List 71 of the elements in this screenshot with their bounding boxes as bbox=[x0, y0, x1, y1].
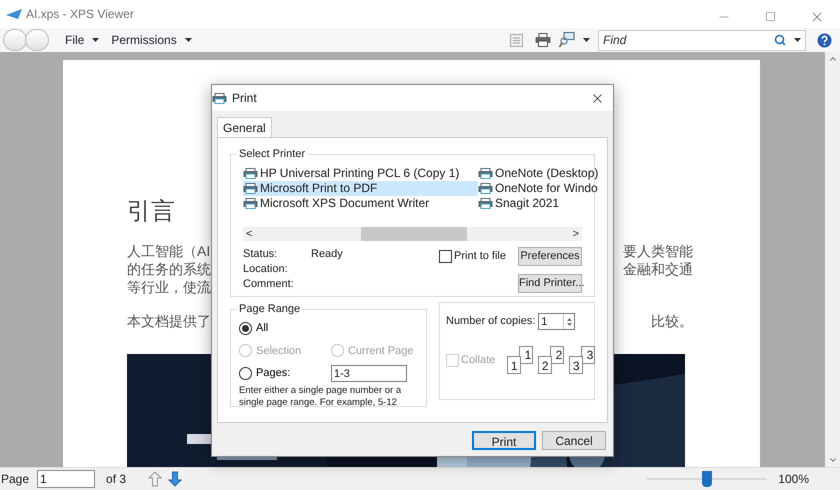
radio-label: Pages: bbox=[256, 366, 290, 382]
dropdown-arrow-icon bbox=[92, 38, 100, 42]
maximize-icon[interactable] bbox=[765, 11, 776, 22]
slider-thumb[interactable] bbox=[702, 471, 712, 487]
printer-icon bbox=[243, 198, 258, 209]
printer-item[interactable]: HP Universal Printing PCL 6 (Copy 1) bbox=[243, 166, 478, 181]
help-icon[interactable] bbox=[817, 32, 832, 48]
scroll-left-arrow[interactable]: < bbox=[246, 226, 252, 242]
find-input[interactable]: Find bbox=[603, 31, 774, 49]
copies-label: Number of copies: bbox=[446, 314, 536, 330]
pages-field[interactable]: 1-3 bbox=[331, 365, 407, 382]
collate-drawing: 1 1 2 2 3 3 bbox=[507, 346, 596, 374]
radio-button[interactable] bbox=[239, 367, 252, 380]
info-label: Status: bbox=[243, 247, 278, 261]
paragraph-text: 人工智能（AI bbox=[127, 242, 210, 260]
printer-item[interactable]: Microsoft XPS Document Writer bbox=[243, 196, 478, 211]
search-icon[interactable] bbox=[774, 34, 786, 46]
zoom-percent: 100% bbox=[778, 471, 809, 488]
page-field[interactable]: 1 bbox=[37, 470, 96, 488]
radio-button[interactable] bbox=[239, 322, 252, 335]
paragraph-text: 的任务的系统 bbox=[127, 260, 211, 278]
info-label: Location: bbox=[243, 262, 289, 276]
next-page-icon[interactable] bbox=[168, 471, 182, 487]
paragraph-text: 本文档提供了 bbox=[127, 312, 211, 330]
vertical-scrollbar[interactable] bbox=[825, 52, 840, 467]
find-printer-button[interactable]: Find Printer... bbox=[518, 274, 582, 293]
printer-icon bbox=[478, 183, 493, 194]
find-field[interactable]: Find bbox=[598, 30, 806, 50]
dialog-button[interactable]: Cancel bbox=[542, 431, 606, 450]
printer-icon bbox=[478, 168, 493, 179]
preferences-button[interactable]: Preferences bbox=[518, 247, 582, 266]
window-title: AI.xps - XPS Viewer bbox=[26, 6, 134, 23]
radio-label: Current Page bbox=[348, 344, 414, 358]
page-label: Page bbox=[1, 471, 30, 488]
group-title: Page Range bbox=[237, 302, 302, 316]
menu-button[interactable]: File bbox=[65, 31, 100, 49]
paragraph-text: 要人类智能 bbox=[623, 242, 693, 260]
page-total: of 3 bbox=[106, 471, 126, 488]
printer-icon bbox=[243, 183, 258, 194]
zoom-slider[interactable] bbox=[647, 471, 768, 487]
horizontal-scrollbar[interactable]: < > bbox=[243, 227, 582, 241]
printer-item[interactable]: OneNote (Desktop) bbox=[478, 166, 598, 181]
printer-icon[interactable] bbox=[535, 33, 551, 47]
paragraph-text: 金融和交通 bbox=[623, 260, 693, 278]
dialog-title: Print bbox=[232, 90, 257, 107]
document-heading: 引言 bbox=[127, 198, 175, 226]
printer-icon bbox=[243, 168, 258, 179]
printer-item[interactable]: Microsoft Print to PDF bbox=[243, 181, 478, 196]
copies-spinner[interactable]: 1 bbox=[538, 313, 576, 330]
radio-label: All bbox=[256, 321, 268, 336]
paragraph-text: 等行业，使流 bbox=[127, 278, 211, 296]
app-icon bbox=[6, 9, 22, 19]
checkbox[interactable] bbox=[439, 250, 452, 263]
info-label: Comment: bbox=[243, 277, 295, 291]
menu-button[interactable]: Permissions bbox=[111, 31, 192, 49]
dropdown-arrow-icon[interactable] bbox=[583, 38, 590, 42]
zoom-page-icon[interactable] bbox=[559, 32, 575, 48]
paragraph-text: 比较。 bbox=[651, 312, 693, 330]
printer-icon bbox=[478, 198, 493, 209]
info-value: Ready bbox=[311, 247, 343, 261]
dropdown-arrow-icon[interactable] bbox=[794, 38, 801, 42]
range-hint: Enter either a single page number or a single page range. For example, 5-12 bbox=[239, 385, 402, 409]
dialog-button[interactable]: Print bbox=[472, 431, 536, 450]
radio-label: Selection bbox=[256, 344, 302, 358]
dropdown-arrow-icon bbox=[184, 38, 192, 42]
tab[interactable]: General bbox=[217, 117, 272, 137]
printer-item[interactable]: OneNote for Windo bbox=[478, 181, 598, 196]
checkbox-label: Print to file bbox=[454, 249, 506, 264]
scroll-right-arrow[interactable]: > bbox=[572, 226, 579, 242]
printer-item[interactable]: Snagit 2021 bbox=[478, 196, 598, 211]
checkbox-label: Collate bbox=[461, 352, 496, 368]
